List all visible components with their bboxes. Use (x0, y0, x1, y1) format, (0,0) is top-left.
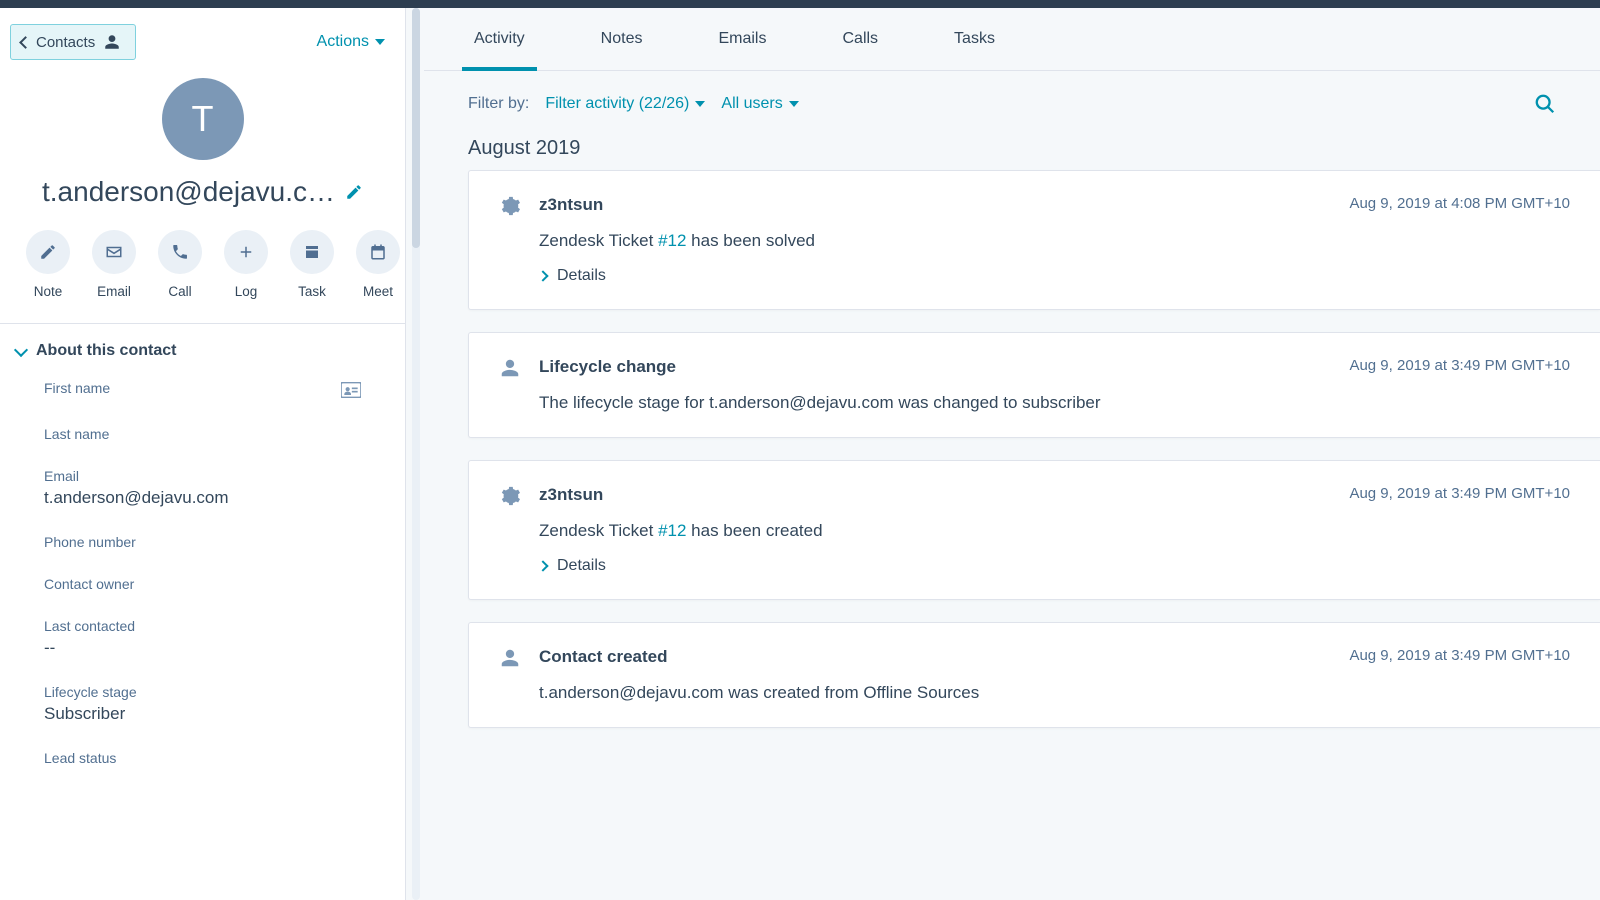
ticket-link[interactable]: #12 (658, 231, 686, 250)
card-body-prefix: Zendesk Ticket (539, 521, 658, 540)
chevron-right-icon (537, 270, 548, 281)
card-body-suffix: has been solved (686, 231, 815, 250)
contact-title: t.anderson@dejavu.c… (42, 176, 335, 208)
tab-calls[interactable]: Calls (832, 8, 888, 70)
card-body: t.anderson@dejavu.com was created from O… (539, 683, 1570, 703)
scrollbar-thumb[interactable] (412, 8, 420, 248)
timeline-list: z3ntsun Aug 9, 2019 at 4:08 PM GMT+10 Ze… (424, 170, 1600, 768)
note-icon (39, 243, 57, 261)
last-contacted-label: Last contacted (44, 618, 361, 634)
contacts-label: Contacts (36, 34, 95, 51)
card-title: z3ntsun (539, 195, 603, 215)
timeline-card: z3ntsun Aug 9, 2019 at 4:08 PM GMT+10 Ze… (468, 170, 1600, 310)
filter-users-dropdown[interactable]: All users (721, 95, 798, 113)
actions-label: Actions (317, 33, 369, 51)
chevron-right-icon (537, 560, 548, 571)
email-label: Email (44, 468, 361, 484)
tab-notes[interactable]: Notes (591, 8, 653, 70)
calendar-icon (369, 243, 387, 261)
quick-action-log[interactable]: Log (224, 230, 268, 299)
quick-actions-row: Note Email Call Log Task Meet (0, 230, 405, 323)
filter-by-label: Filter by: (468, 95, 529, 113)
card-body-prefix: Zendesk Ticket (539, 231, 658, 250)
quick-action-email[interactable]: Email (92, 230, 136, 299)
action-label: Log (235, 284, 258, 299)
timeline-card: z3ntsun Aug 9, 2019 at 3:49 PM GMT+10 Ze… (468, 460, 1600, 600)
tab-emails[interactable]: Emails (708, 8, 776, 70)
gear-icon (499, 485, 521, 507)
quick-action-note[interactable]: Note (26, 230, 70, 299)
tabs: Activity Notes Emails Calls Tasks (424, 8, 1600, 71)
avatar: T (162, 78, 244, 160)
tab-activity[interactable]: Activity (464, 8, 535, 70)
window-icon (303, 243, 321, 261)
action-label: Task (298, 284, 326, 299)
contact-icon (103, 33, 121, 51)
email-value[interactable]: t.anderson@dejavu.com (44, 488, 361, 508)
email-icon (105, 243, 123, 261)
lifecycle-value[interactable]: Subscriber (44, 704, 361, 724)
card-date: Aug 9, 2019 at 4:08 PM GMT+10 (1349, 195, 1570, 212)
chevron-left-icon (21, 36, 28, 48)
details-toggle[interactable]: Details (539, 557, 606, 575)
card-body-suffix: has been created (686, 521, 822, 540)
about-heading: About this contact (36, 342, 176, 360)
caret-down-icon (695, 101, 705, 107)
contact-sidebar: Contacts Actions T t.anderson@dejavu.c… … (0, 8, 406, 900)
about-section-toggle[interactable]: About this contact (14, 342, 391, 360)
first-name-label: First name (44, 380, 110, 396)
card-title: Lifecycle change (539, 357, 676, 377)
timeline-card: Lifecycle change Aug 9, 2019 at 3:49 PM … (468, 332, 1600, 438)
plus-icon (237, 243, 255, 261)
action-label: Meet (363, 284, 393, 299)
contact-card-icon[interactable] (341, 382, 361, 398)
back-to-contacts-button[interactable]: Contacts (10, 24, 136, 60)
last-contacted-value: -- (44, 638, 361, 658)
quick-action-task[interactable]: Task (290, 230, 334, 299)
action-label: Note (34, 284, 63, 299)
quick-action-meet[interactable]: Meet (356, 230, 400, 299)
card-date: Aug 9, 2019 at 3:49 PM GMT+10 (1349, 357, 1570, 374)
details-label: Details (557, 557, 606, 575)
tab-tasks[interactable]: Tasks (944, 8, 1005, 70)
lifecycle-label: Lifecycle stage (44, 684, 361, 700)
filter-activity-label: Filter activity (22/26) (545, 95, 689, 113)
phone-icon (171, 243, 189, 261)
filter-activity-dropdown[interactable]: Filter activity (22/26) (545, 95, 705, 113)
phone-label: Phone number (44, 534, 361, 550)
top-bar (0, 0, 1600, 8)
card-title: Contact created (539, 647, 667, 667)
card-date: Aug 9, 2019 at 3:49 PM GMT+10 (1349, 647, 1570, 664)
gear-icon (499, 195, 521, 217)
caret-down-icon (789, 101, 799, 107)
person-icon (499, 647, 521, 669)
edit-icon[interactable] (345, 183, 363, 201)
timeline-month: August 2019 (424, 123, 1600, 170)
card-date: Aug 9, 2019 at 3:49 PM GMT+10 (1349, 485, 1570, 502)
caret-down-icon (375, 39, 385, 45)
quick-action-call[interactable]: Call (158, 230, 202, 299)
actions-dropdown[interactable]: Actions (317, 33, 385, 51)
card-body: Zendesk Ticket #12 has been solved (539, 231, 1570, 251)
last-name-label: Last name (44, 426, 361, 442)
card-body: Zendesk Ticket #12 has been created (539, 521, 1570, 541)
timeline-card: Contact created Aug 9, 2019 at 3:49 PM G… (468, 622, 1600, 728)
pane-splitter[interactable] (406, 8, 424, 900)
card-title: z3ntsun (539, 485, 603, 505)
owner-label: Contact owner (44, 576, 361, 592)
action-label: Call (168, 284, 191, 299)
chevron-down-icon (14, 345, 26, 357)
main-panel: Activity Notes Emails Calls Tasks Filter… (424, 8, 1600, 900)
person-icon (499, 357, 521, 379)
details-label: Details (557, 267, 606, 285)
filter-users-label: All users (721, 95, 782, 113)
ticket-link[interactable]: #12 (658, 521, 686, 540)
card-body: The lifecycle stage for t.anderson@dejav… (539, 393, 1570, 413)
lead-status-label: Lead status (44, 750, 361, 766)
details-toggle[interactable]: Details (539, 267, 606, 285)
avatar-initial: T (192, 98, 214, 140)
search-icon[interactable] (1534, 93, 1556, 115)
action-label: Email (97, 284, 131, 299)
